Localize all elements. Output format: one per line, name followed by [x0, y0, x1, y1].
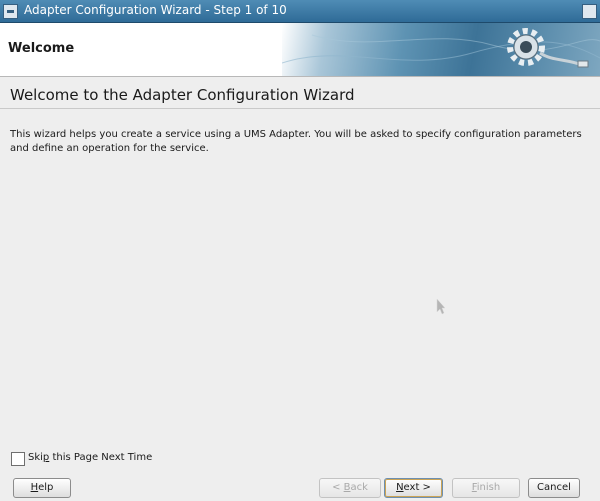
window-titlebar[interactable]: Adapter Configuration Wizard - Step 1 of…	[0, 0, 600, 23]
mouse-pointer-icon	[436, 298, 446, 315]
finish-button[interactable]: Finish	[452, 478, 520, 498]
next-button[interactable]: Next >	[384, 478, 443, 498]
page-title: Welcome	[8, 41, 75, 56]
cancel-button[interactable]: Cancel	[528, 478, 580, 498]
wizard-body: Welcome to the Adapter Configuration Wiz…	[0, 77, 600, 501]
wizard-description: This wizard helps you create a service u…	[10, 129, 582, 154]
window-close-icon[interactable]	[582, 4, 597, 19]
skip-page-label[interactable]: Skip this Page Next Time	[28, 452, 152, 463]
gear-plug-icon	[282, 28, 600, 68]
header-banner	[282, 23, 600, 76]
help-button[interactable]: Help	[13, 478, 71, 498]
window-menu-icon[interactable]	[3, 4, 18, 19]
heading-divider	[0, 108, 600, 109]
wizard-header: Welcome	[0, 23, 600, 77]
skip-page-checkbox[interactable]	[11, 452, 25, 466]
back-button[interactable]: < Back	[319, 478, 381, 498]
window-title: Adapter Configuration Wizard - Step 1 of…	[24, 3, 287, 17]
welcome-heading: Welcome to the Adapter Configuration Wiz…	[10, 86, 355, 104]
